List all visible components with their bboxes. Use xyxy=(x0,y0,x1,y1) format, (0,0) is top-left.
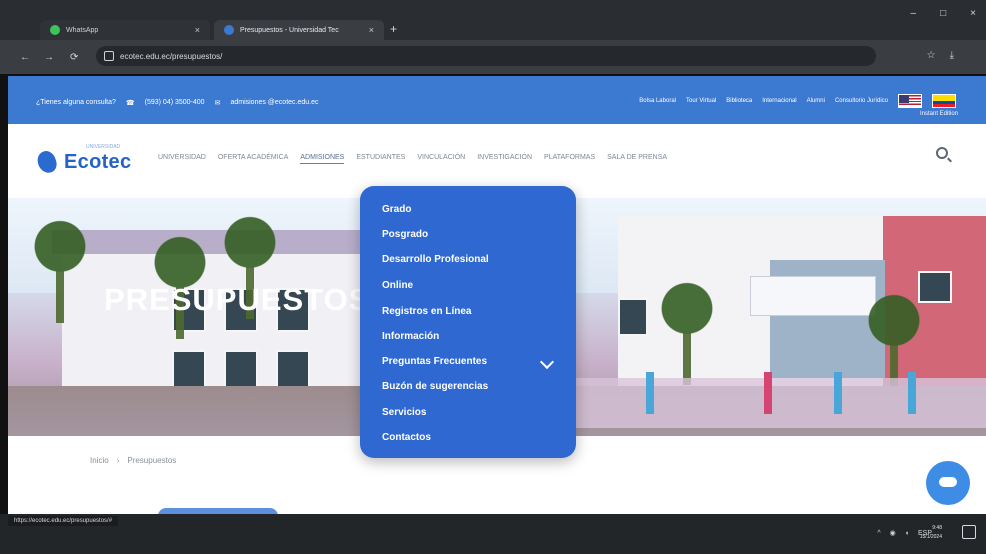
palm-tree-image xyxy=(216,216,284,336)
clock-date: 15/1/2024 xyxy=(919,534,942,540)
dropdown-item-posgrado[interactable]: Posgrado xyxy=(382,229,428,240)
tab-label: WhatsApp xyxy=(66,26,99,34)
dropdown-item-preguntas-frecuentes[interactable]: Preguntas Frecuentes xyxy=(382,356,487,367)
palm-tree-image xyxy=(26,220,94,340)
bollard-image xyxy=(764,372,772,414)
nav-item-investigacion[interactable]: INVESTIGACIÓN xyxy=(477,154,532,164)
admisiones-dropdown: Grado Posgrado Desarrollo Profesional On… xyxy=(360,186,576,458)
close-icon[interactable]: × xyxy=(195,25,200,35)
chevron-down-icon[interactable] xyxy=(539,354,555,370)
nav-item-admisiones[interactable]: ADMISIONES xyxy=(300,154,345,164)
topbar-link-alumni[interactable]: Alumni xyxy=(807,98,825,104)
download-icon[interactable]: ⤓ xyxy=(950,50,954,61)
bollard-image xyxy=(834,372,842,414)
browser-actions: ☆ ⤓ xyxy=(927,50,954,61)
nav-item-vinculacion[interactable]: VINCULACIÓN xyxy=(417,154,465,164)
us-flag-icon[interactable] xyxy=(898,94,922,108)
whatsapp-icon xyxy=(50,25,60,35)
nav-item-sala-de-prensa[interactable]: SALA DE PRENSA xyxy=(607,154,667,164)
dropdown-item-grado[interactable]: Grado xyxy=(382,204,411,215)
nav-item-estudiantes[interactable]: ESTUDIANTES xyxy=(356,154,405,164)
close-window-icon[interactable]: × xyxy=(970,8,976,19)
show-hidden-icons-icon[interactable]: ^ xyxy=(877,530,880,537)
bollard-image xyxy=(646,372,654,414)
tab-label: Presupuestos - Universidad Tec xyxy=(240,26,339,34)
notification-icon[interactable] xyxy=(962,525,976,539)
browser-tab-whatsapp[interactable]: WhatsApp × xyxy=(40,20,210,40)
window-controls: – □ × xyxy=(911,8,976,19)
nav-item-oferta-academica[interactable]: OFERTA ACADÉMICA xyxy=(218,154,289,164)
bollard-image xyxy=(908,372,916,414)
breadcrumb-separator-icon: › xyxy=(116,456,120,465)
breadcrumb: Inicio › Presupuestos xyxy=(90,456,176,465)
logo-text: Ecotec xyxy=(64,150,132,173)
address-url: ecotec.edu.ec/presupuestos/ xyxy=(120,51,223,61)
back-icon[interactable]: ← xyxy=(20,52,30,63)
site-info-icon[interactable] xyxy=(104,51,114,61)
site-favicon-icon xyxy=(224,25,234,35)
site-topbar: ¿Tienes alguna consulta? ☎ (593) 04) 350… xyxy=(8,76,986,124)
new-tab-button[interactable]: + xyxy=(390,22,397,36)
nav-menu: UNIVERSIDAD OFERTA ACADÉMICA ADMISIONES … xyxy=(158,154,667,164)
address-bar[interactable]: ecotec.edu.ec/presupuestos/ xyxy=(96,46,876,66)
campus-banner-image xyxy=(750,276,876,316)
topbar-link-tour-virtual[interactable]: Tour Virtual xyxy=(686,98,716,104)
dropdown-item-registros[interactable]: Registros en Línea xyxy=(382,306,471,317)
minimize-icon[interactable]: – xyxy=(911,8,917,19)
chat-button[interactable] xyxy=(926,461,970,505)
page-title: PRESUPUESTOS xyxy=(104,282,371,317)
browser-tab-presupuestos[interactable]: Presupuestos - Universidad Tec × xyxy=(214,20,384,40)
logo-subtitle: UNIVERSIDAD xyxy=(86,144,121,150)
topbar-link-internacional[interactable]: Internacional xyxy=(762,98,796,104)
browser-tab-strip: WhatsApp × Presupuestos - Universidad Te… xyxy=(0,0,986,40)
network-icon[interactable]: ◉ xyxy=(890,529,896,537)
close-icon[interactable]: × xyxy=(369,25,374,35)
breadcrumb-home[interactable]: Inicio xyxy=(90,456,109,465)
volume-icon[interactable]: ◖ xyxy=(905,530,909,537)
topbar-link-biblioteca[interactable]: Biblioteca xyxy=(726,98,752,104)
maximize-icon[interactable]: □ xyxy=(940,8,946,19)
dropdown-item-contactos[interactable]: Contactos xyxy=(382,432,431,443)
topbar-link-consultorio[interactable]: Consultorio Jurídico xyxy=(835,98,888,104)
mail-icon: ✉ xyxy=(214,100,221,107)
topbar-links: Bolsa Laboral Tour Virtual Biblioteca In… xyxy=(639,94,956,108)
breadcrumb-current: Presupuestos xyxy=(127,456,177,465)
email-link[interactable]: admisiones @ecotec.edu.ec xyxy=(230,99,318,107)
search-icon[interactable] xyxy=(936,147,948,159)
phone-icon: ☎ xyxy=(125,100,135,107)
browser-status-url: https://ecotec.edu.ec/presupuestos/# xyxy=(8,516,119,526)
ecuador-flag-icon[interactable] xyxy=(932,94,956,108)
nav-item-plataformas[interactable]: PLATAFORMAS xyxy=(544,154,595,164)
instant-edition-link[interactable]: Instant Edition xyxy=(920,111,958,117)
dropdown-item-online[interactable]: Online xyxy=(382,280,413,291)
dropdown-item-desarrollo-profesional[interactable]: Desarrollo Profesional xyxy=(382,254,489,265)
phone-number[interactable]: (593) 04) 3500-400 xyxy=(145,99,205,107)
topbar-contact: ¿Tienes alguna consulta? ☎ (593) 04) 350… xyxy=(36,99,319,107)
windows-taskbar xyxy=(0,514,986,554)
topbar-link-bolsa-laboral[interactable]: Bolsa Laboral xyxy=(639,98,676,104)
bookmark-icon[interactable]: ☆ xyxy=(927,50,936,61)
dropdown-item-servicios[interactable]: Servicios xyxy=(382,407,426,418)
building-window xyxy=(618,298,648,336)
taskbar-clock[interactable]: 9:48 15/1/2024 xyxy=(920,524,942,542)
dropdown-item-informacion[interactable]: Información xyxy=(382,331,439,342)
logo-mark-icon xyxy=(35,148,59,176)
dropdown-item-buzon[interactable]: Buzón de sugerencias xyxy=(382,381,488,392)
reload-icon[interactable]: ⟳ xyxy=(70,52,78,63)
clock-time: 9:48 xyxy=(932,525,942,531)
contact-prefix: ¿Tienes alguna consulta? xyxy=(36,99,116,106)
ecotec-logo[interactable]: UNIVERSIDAD Ecotec xyxy=(35,144,158,178)
forward-icon[interactable]: → xyxy=(44,52,54,63)
nav-item-universidad[interactable]: UNIVERSIDAD xyxy=(158,154,206,164)
